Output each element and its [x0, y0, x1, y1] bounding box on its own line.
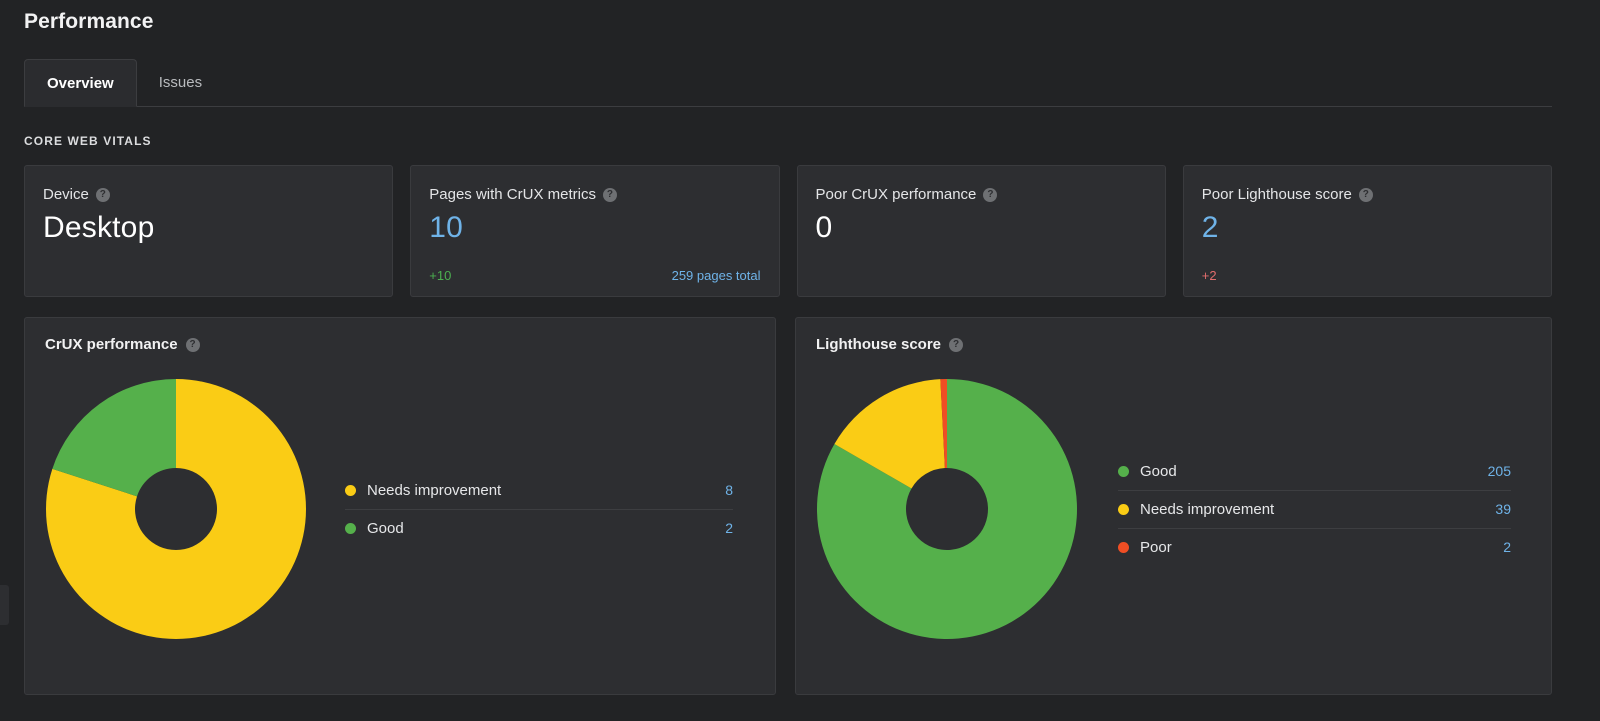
tab-issues-label: Issues [159, 74, 202, 91]
legend-row[interactable]: Needs improvement39 [1118, 491, 1511, 529]
legend-row[interactable]: Needs improvement8 [345, 472, 733, 510]
delta-badge: +10 [429, 268, 451, 283]
tab-overview-label: Overview [47, 75, 114, 92]
tab-overview[interactable]: Overview [24, 59, 137, 107]
legend-value[interactable]: 8 [725, 482, 733, 498]
legend-color-dot-icon [345, 485, 356, 496]
legend-value[interactable]: 2 [1503, 539, 1511, 555]
stat-card-poor-lighthouse-score-header: Poor Lighthouse score ? [1202, 186, 1533, 204]
stat-card-poor-lighthouse-score-title: Poor Lighthouse score [1202, 186, 1352, 204]
help-circle-icon[interactable]: ? [603, 188, 617, 202]
stat-card-device-header: Device ? [43, 186, 374, 204]
legend-label: Good [367, 520, 725, 537]
legend-color-dot-icon [1118, 542, 1129, 553]
performance-page: Performance Overview Issues CORE WEB VIT… [0, 0, 1600, 721]
panel-lighthouse-score-title: Lighthouse score [816, 336, 941, 353]
stat-card-poor-lighthouse-score: Poor Lighthouse score ? 2 +2 [1183, 165, 1552, 297]
legend-value[interactable]: 39 [1495, 501, 1511, 517]
section-heading-core-web-vitals: CORE WEB VITALS [24, 134, 152, 148]
legend-label: Poor [1140, 539, 1503, 556]
panel-crux-performance-body: Needs improvement8Good2 [45, 353, 755, 665]
stat-card-pages-with-crux-metrics: Pages with CrUX metrics ? 10 +10 259 pag… [410, 165, 779, 297]
edge-stub [0, 585, 9, 625]
stat-card-row: Device ? Desktop Pages with CrUX metrics… [24, 165, 1552, 297]
stat-card-pages-with-crux-metrics-footer: +10 259 pages total [429, 268, 760, 283]
legend-row[interactable]: Good2 [345, 510, 733, 547]
stat-card-poor-lighthouse-score-footer: +2 [1202, 268, 1533, 283]
stat-card-poor-crux-performance-header: Poor CrUX performance ? [816, 186, 1147, 204]
panel-crux-performance: CrUX performance ? Needs improvement8Goo… [24, 317, 776, 695]
lighthouse-score-legend: Good205Needs improvement39Poor2 [1118, 453, 1511, 566]
chart-panel-row: CrUX performance ? Needs improvement8Goo… [24, 317, 1552, 695]
legend-value[interactable]: 205 [1488, 463, 1511, 479]
help-circle-icon[interactable]: ? [1359, 188, 1373, 202]
lighthouse-score-donut-chart [816, 378, 1078, 640]
legend-color-dot-icon [1118, 466, 1129, 477]
panel-lighthouse-score: Lighthouse score ? Good205Needs improvem… [795, 317, 1552, 695]
stat-card-device-value: Desktop [43, 210, 374, 246]
legend-row[interactable]: Poor2 [1118, 529, 1511, 566]
delta-badge: +2 [1202, 268, 1217, 283]
stat-card-poor-crux-performance: Poor CrUX performance ? 0 [797, 165, 1166, 297]
stat-card-pages-with-crux-metrics-value: 10 [429, 210, 760, 246]
help-circle-icon[interactable]: ? [949, 338, 963, 352]
stat-card-device: Device ? Desktop [24, 165, 393, 297]
legend-label: Needs improvement [1140, 501, 1495, 518]
crux-performance-donut-wrap [45, 378, 307, 640]
stat-card-pages-with-crux-metrics-header: Pages with CrUX metrics ? [429, 186, 760, 204]
help-circle-icon[interactable]: ? [186, 338, 200, 352]
stat-card-poor-crux-performance-title: Poor CrUX performance [816, 186, 977, 204]
help-circle-icon[interactable]: ? [96, 188, 110, 202]
panel-crux-performance-title-row: CrUX performance ? [45, 336, 755, 353]
panel-crux-performance-title: CrUX performance [45, 336, 178, 353]
stat-card-device-title: Device [43, 186, 89, 204]
legend-label: Good [1140, 463, 1488, 480]
crux-performance-legend: Needs improvement8Good2 [345, 472, 733, 547]
tab-issues[interactable]: Issues [137, 59, 224, 106]
pages-total-link[interactable]: 259 pages total [672, 268, 761, 283]
panel-lighthouse-score-title-row: Lighthouse score ? [816, 336, 1531, 353]
legend-color-dot-icon [1118, 504, 1129, 515]
page-title: Performance [24, 10, 154, 34]
legend-value[interactable]: 2 [725, 520, 733, 536]
lighthouse-score-donut-wrap [816, 378, 1078, 640]
legend-row[interactable]: Good205 [1118, 453, 1511, 491]
stat-card-poor-lighthouse-score-value: 2 [1202, 210, 1533, 246]
stat-card-pages-with-crux-metrics-title: Pages with CrUX metrics [429, 186, 596, 204]
legend-label: Needs improvement [367, 482, 725, 499]
stat-card-poor-crux-performance-value: 0 [816, 210, 1147, 246]
crux-performance-donut-chart [45, 378, 307, 640]
help-circle-icon[interactable]: ? [983, 188, 997, 202]
tab-bar: Overview Issues [24, 59, 1552, 107]
panel-lighthouse-score-body: Good205Needs improvement39Poor2 [816, 353, 1531, 665]
legend-color-dot-icon [345, 523, 356, 534]
